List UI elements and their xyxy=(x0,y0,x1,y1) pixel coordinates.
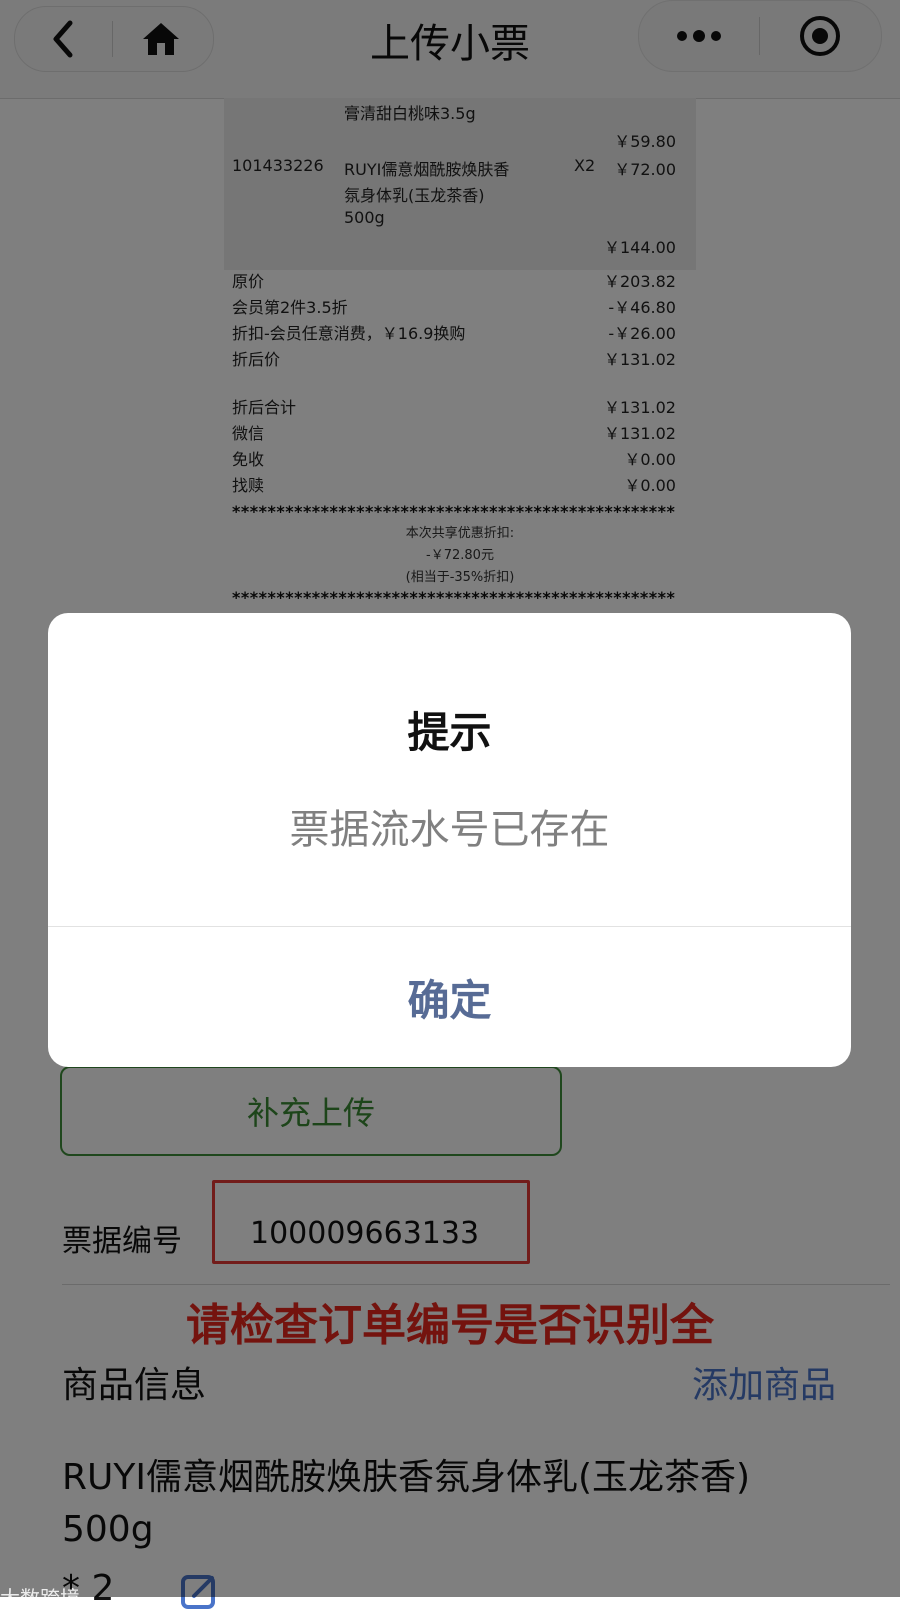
confirm-button[interactable]: 确定 xyxy=(48,927,851,1067)
alert-dialog: 提示 票据流水号已存在 确定 xyxy=(48,613,851,1067)
dialog-title: 提示 xyxy=(407,708,492,757)
watermark: 大数跨境 xyxy=(0,1586,80,1610)
dialog-message: 票据流水号已存在 xyxy=(289,807,610,853)
